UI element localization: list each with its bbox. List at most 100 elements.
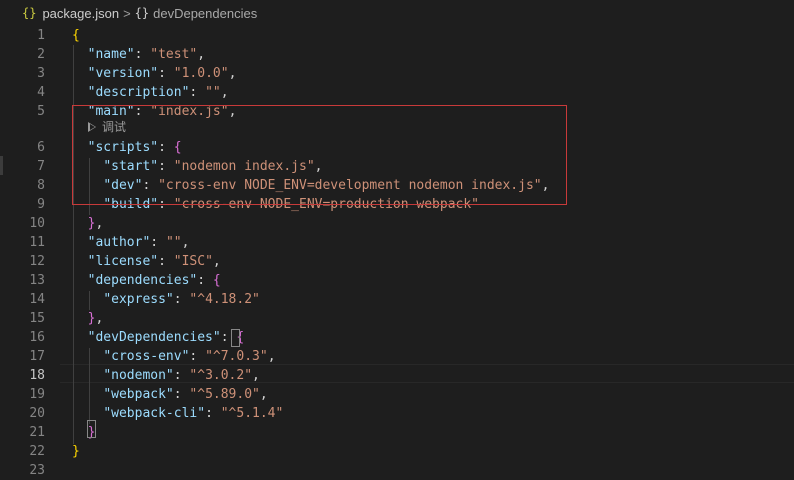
breadcrumb-file[interactable]: package.json: [42, 6, 119, 21]
code-token: ,: [314, 159, 323, 174]
code-token: :: [173, 368, 190, 383]
line-code: "express": "^4.18.2": [72, 290, 260, 309]
code-token: "^4.18.2": [189, 292, 260, 307]
breadcrumb-symbol[interactable]: devDependencies: [153, 6, 257, 21]
code-token: ,: [212, 254, 221, 269]
code-token: ,: [228, 104, 237, 119]
code-token: "^5.1.4": [220, 406, 284, 421]
code-token: :: [158, 197, 174, 212]
line-number: 11: [29, 235, 45, 250]
line-code: "scripts": {: [72, 138, 182, 157]
code-token: ,: [252, 368, 260, 383]
line-code: "license": "ISC",: [72, 252, 221, 271]
code-token: "name": [87, 47, 135, 62]
code-token: "test": [150, 47, 198, 62]
code-token: "": [165, 235, 182, 250]
code-token: ,: [259, 387, 268, 402]
code-token: "dev": [103, 178, 143, 193]
line-code: "webpack": "^5.89.0",: [72, 385, 268, 404]
line-code: "dev": "cross-env NODE_ENV=development n…: [72, 176, 549, 195]
line-number: 14: [29, 292, 45, 307]
line-code: "webpack-cli": "^5.1.4": [72, 404, 283, 423]
code-token: :: [134, 47, 151, 62]
line-number: 19: [29, 387, 45, 402]
code-token: ,: [228, 66, 237, 81]
code-token: {: [72, 28, 80, 43]
line-number: 17: [29, 349, 45, 364]
code-token: "": [205, 85, 221, 100]
code-token: "index.js": [150, 104, 229, 119]
debug-codelens[interactable]: 调试: [88, 118, 126, 136]
line-number: 15: [29, 311, 45, 326]
line-number: 7: [37, 159, 45, 174]
line-code: "cross-env": "^7.0.3",: [72, 347, 275, 366]
code-token: ,: [95, 311, 104, 326]
code-token: :: [134, 104, 151, 119]
line-number: 8: [37, 178, 45, 193]
line-code: "build": "cross-env NODE_ENV=production …: [72, 195, 479, 214]
code-editor[interactable]: 1 {2 "name": "test", 3 "version": "1.0.0",…: [0, 26, 794, 478]
code-token: "main": [87, 104, 135, 119]
line-number: 23: [29, 463, 45, 478]
line-code: "nodemon": "^3.0.2",: [72, 366, 260, 385]
code-token: "^3.0.2": [189, 368, 253, 383]
code-token: :: [189, 85, 206, 100]
code-token: "^5.89.0": [189, 387, 260, 402]
play-icon: [88, 122, 96, 132]
line-code: "devDependencies": {: [72, 328, 245, 347]
code-token: "express": [103, 292, 174, 307]
line-number: 21: [29, 425, 45, 440]
code-token: :: [158, 140, 174, 155]
code-token: {: [173, 140, 182, 155]
line-code: "version": "1.0.0",: [72, 64, 237, 83]
object-symbol-icon: {}: [134, 6, 150, 20]
code-token: :: [197, 273, 213, 288]
line-code: "description": "",: [72, 83, 229, 102]
code-token: ,: [220, 85, 229, 100]
code-token: "cross-env": [103, 349, 190, 364]
breadcrumb: {} package.json > {} devDependencies: [0, 0, 794, 26]
code-token: :: [158, 159, 174, 174]
code-token: "ISC": [173, 254, 213, 269]
code-token: ,: [95, 216, 104, 231]
line-code: {: [72, 26, 80, 45]
code-token: ,: [541, 178, 550, 193]
code-token: :: [205, 406, 221, 421]
code-token: "version": [87, 66, 159, 81]
code-token: :: [150, 235, 166, 250]
line-code: "author": "",: [72, 233, 190, 252]
line-number: 5: [37, 104, 45, 119]
line-number: 22: [29, 444, 45, 459]
line-code: }: [72, 442, 80, 461]
line-number: 4: [37, 85, 45, 100]
line-number: 2: [37, 47, 45, 62]
code-token: :: [158, 254, 174, 269]
line-number: 18: [29, 368, 45, 383]
code-token: ,: [181, 235, 190, 250]
debug-codelens-label: 调试: [102, 120, 127, 134]
line-number: 12: [29, 254, 45, 269]
code-token: :: [173, 387, 190, 402]
code-token: "nodemon index.js": [173, 159, 315, 174]
line-number: 6: [37, 140, 45, 155]
code-token: :: [158, 66, 174, 81]
code-token: "cross-env NODE_ENV=production webpack": [173, 197, 480, 212]
code-token: "webpack": [103, 387, 174, 402]
line-code: },: [72, 214, 104, 233]
line-number: 3: [37, 66, 45, 81]
